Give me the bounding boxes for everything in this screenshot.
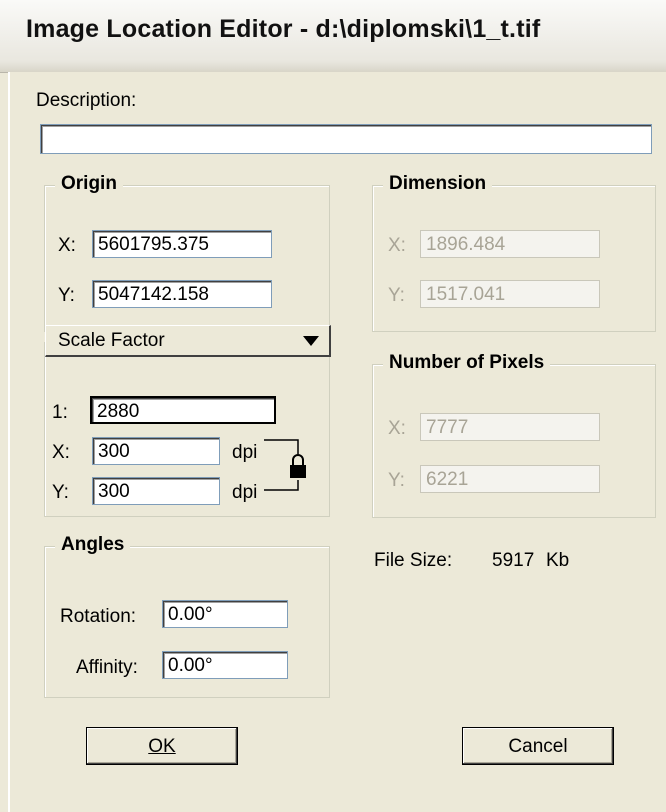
dimension-y-label: Y: (388, 285, 405, 306)
scale-x-input[interactable]: 300 (92, 437, 220, 465)
scale-ratio-label: 1: (52, 402, 68, 423)
pixels-group: Number of Pixels (372, 352, 656, 518)
pixels-y-label: Y: (388, 470, 405, 491)
filesize-unit: Kb (546, 550, 570, 571)
dimension-x-label: X: (388, 235, 406, 256)
dimension-group: Dimension (372, 173, 656, 332)
scale-x-unit: dpi (232, 442, 258, 463)
origin-y-input[interactable]: 5047142.158 (92, 280, 272, 308)
image-location-dialog: Description: Origin X: 5601795.375 Y: 50… (8, 72, 666, 812)
scale-mode-dropdown[interactable]: Scale Factor (45, 325, 331, 357)
scale-ratio-input[interactable]: 2880 (90, 396, 276, 424)
cancel-button-label: Cancel (508, 736, 568, 757)
pixels-x-input: 7777 (420, 413, 600, 441)
origin-x-input[interactable]: 5601795.375 (92, 230, 272, 258)
window-title: Image Location Editor - d:\diplomski\1_t… (26, 15, 541, 43)
affinity-label: Affinity: (76, 657, 138, 678)
rotation-input[interactable]: 0.00° (162, 600, 288, 628)
scale-y-label: Y: (52, 482, 69, 503)
origin-x-label: X: (58, 235, 76, 256)
ok-button[interactable]: OK (86, 727, 238, 765)
dimension-x-input: 1896.484 (420, 230, 600, 258)
dimension-title: Dimension (383, 173, 493, 195)
dimension-y-input: 1517.041 (420, 280, 600, 308)
ok-button-label: OK (148, 736, 176, 757)
origin-title: Origin (55, 173, 123, 195)
chevron-down-icon (303, 336, 319, 346)
affinity-input[interactable]: 0.00° (162, 651, 288, 679)
pixels-title: Number of Pixels (383, 352, 551, 374)
scale-x-label: X: (52, 442, 70, 463)
cancel-button[interactable]: Cancel (462, 727, 614, 765)
title-bar[interactable]: Image Location Editor - d:\diplomski\1_t… (0, 0, 666, 73)
scale-y-unit: dpi (232, 482, 258, 503)
origin-y-label: Y: (58, 285, 75, 306)
filesize-value: 5917 (492, 550, 535, 571)
pixels-x-label: X: (388, 418, 406, 439)
filesize-label: File Size: (374, 550, 453, 571)
pixels-y-input: 6221 (420, 465, 600, 493)
description-label: Description: (36, 90, 137, 111)
scale-y-input[interactable]: 300 (92, 477, 220, 505)
rotation-label: Rotation: (60, 606, 137, 627)
lock-icon[interactable] (262, 432, 312, 498)
angles-title: Angles (55, 534, 131, 556)
description-input[interactable] (40, 124, 652, 154)
scale-mode-label: Scale Factor (58, 330, 165, 351)
